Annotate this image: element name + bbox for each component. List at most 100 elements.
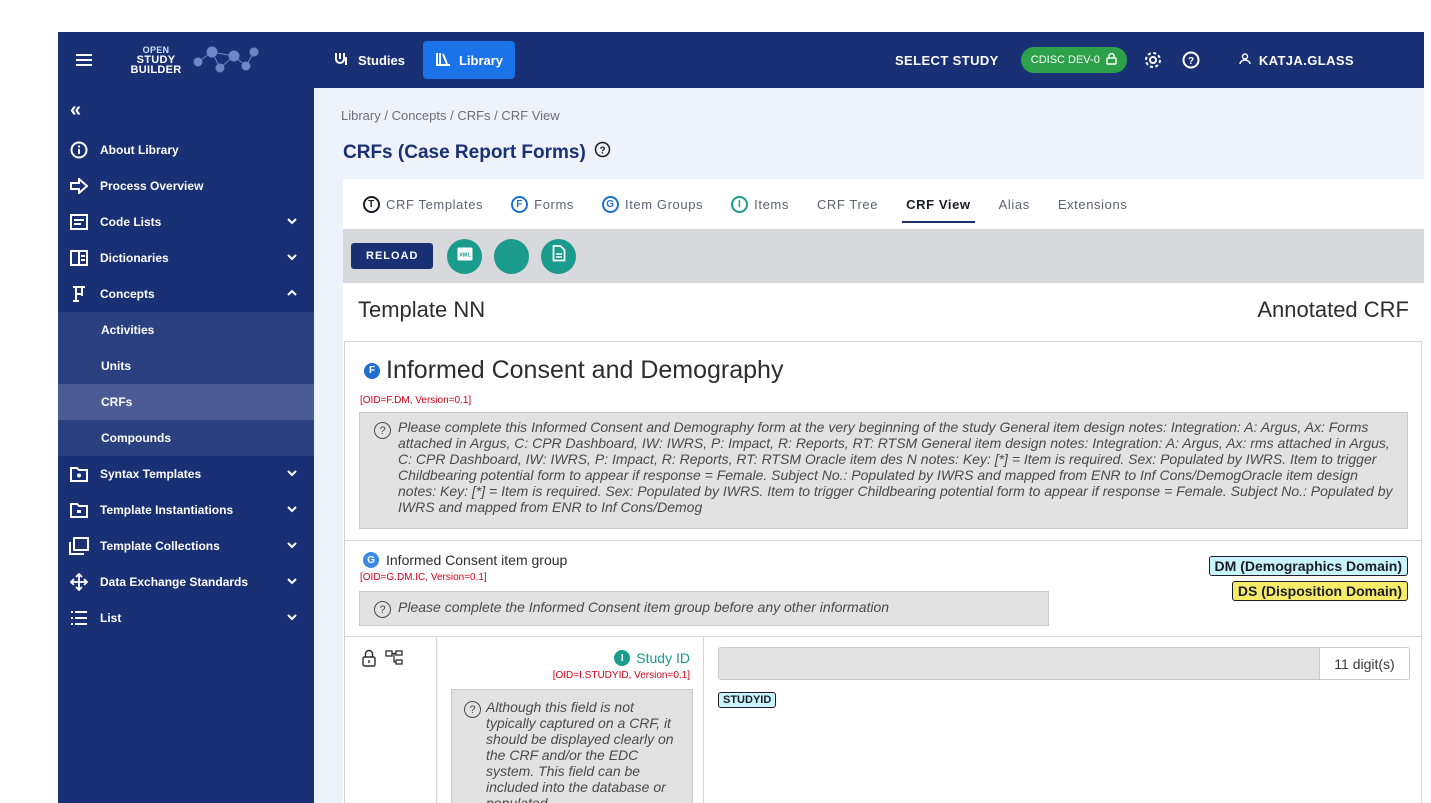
tab-forms[interactable]: F Forms — [497, 179, 588, 229]
tab-crf-tree[interactable]: CRF Tree — [803, 179, 892, 229]
study-pill-label: CDISC DEV-0 — [1030, 54, 1100, 66]
top-app-bar: OPEN STUDY BUILDER Studies Library SELEC… — [58, 32, 1424, 88]
item-title: I Study ID — [614, 650, 690, 666]
tab-alias[interactable]: Alias — [985, 179, 1044, 229]
list-icon — [68, 608, 90, 628]
move-arrows-icon — [68, 572, 90, 592]
user-menu[interactable]: KATJA.GLASS — [1239, 53, 1354, 68]
chevron-down-icon — [286, 611, 298, 626]
tab-items[interactable]: I Items — [717, 179, 803, 229]
sidebar-subitem-compounds[interactable]: Compounds — [58, 420, 314, 456]
sidebar-item-data-exchange-standards[interactable]: Data Exchange Standards — [58, 564, 314, 600]
breadcrumb: Library / Concepts / CRFs / CRF View — [341, 108, 560, 123]
tab-extensions[interactable]: Extensions — [1044, 179, 1142, 229]
collapse-sidebar-button[interactable]: « — [58, 88, 314, 132]
sidebar-item-about-library[interactable]: About Library — [58, 132, 314, 168]
study-id-input[interactable] — [718, 647, 1320, 680]
item-badge-icon: I — [614, 650, 631, 666]
crf-toolbar: RELOAD XML — [343, 229, 1424, 283]
sidebar-item-label: Template Collections — [100, 539, 220, 553]
arrow-right-icon — [68, 176, 90, 196]
item-group-notes-text: Please complete the Informed Consent ite… — [398, 599, 890, 615]
help-icon[interactable]: ? — [1179, 48, 1203, 72]
sidebar-subitem-units[interactable]: Units — [58, 348, 314, 384]
item-group-notes: ? Please complete the Informed Consent i… — [359, 591, 1049, 626]
reload-button[interactable]: RELOAD — [351, 243, 434, 269]
info-icon — [68, 140, 90, 160]
sidebar-item-process-overview[interactable]: Process Overview — [58, 168, 314, 204]
select-study-button[interactable]: SELECT STUDY — [895, 53, 999, 68]
lock-icon[interactable] — [361, 649, 377, 672]
sidebar-item-dictionaries[interactable]: Dictionaries — [58, 240, 314, 276]
studies-icon — [334, 51, 350, 70]
item-oid: [OID=I.STUDYID, Version=0.1] — [552, 670, 690, 681]
sidebar-item-label: Syntax Templates — [100, 467, 202, 481]
form-title: F Informed Consent and Demography — [364, 356, 783, 385]
help-icon[interactable]: ? — [594, 141, 611, 164]
item-group-title-text: Informed Consent item group — [386, 552, 568, 568]
sidebar-item-list[interactable]: List — [58, 600, 314, 636]
domain-badge-dm: DM (Demographics Domain) — [1208, 556, 1408, 576]
item-badge-icon: I — [731, 195, 749, 213]
sidebar-subitem-activities[interactable]: Activities — [58, 312, 314, 348]
domain-badge-ds: DS (Disposition Domain) — [1231, 581, 1408, 601]
question-icon: ? — [374, 601, 391, 618]
chevron-down-icon — [286, 467, 298, 482]
book-icon — [68, 248, 90, 268]
topbar-right-group: SELECT STUDY CDISC DEV-0 ? KATJA.GLASS — [895, 32, 1424, 88]
folder-star-icon — [68, 464, 90, 484]
tab-label: Extensions — [1057, 196, 1128, 212]
chevron-down-icon — [286, 575, 298, 590]
page-title-text: CRFs (Case Report Forms) — [343, 141, 586, 163]
sidebar-item-label: Code Lists — [100, 215, 162, 229]
sidebar-item-template-instantiations[interactable]: Template Instantiations — [58, 492, 314, 528]
nav-library-tab[interactable]: Library — [422, 41, 516, 79]
tab-item-groups[interactable]: G Item Groups — [588, 179, 717, 229]
sidebar-item-syntax-templates[interactable]: Syntax Templates — [58, 456, 314, 492]
question-icon: ? — [374, 422, 391, 439]
template-badge-icon: T — [363, 195, 380, 213]
annotated-crf-label: Annotated CRF — [1257, 297, 1409, 322]
form-badge-icon: F — [364, 362, 380, 379]
sidebar-subitem-crfs[interactable]: CRFs — [58, 384, 314, 420]
item-row: I Study ID [OID=I.STUDYID, Version=0.1] … — [344, 637, 1422, 803]
tab-label: CRF View — [906, 196, 971, 212]
sidebar-item-label: Data Exchange Standards — [100, 575, 249, 589]
sidebar-item-code-lists[interactable]: Code Lists — [58, 204, 314, 240]
form-title-text: Informed Consent and Demography — [386, 356, 784, 384]
main-content: Library / Concepts / CRFs / CRF View CRF… — [314, 88, 1424, 803]
template-name: Template NN — [358, 297, 486, 322]
tab-label: CRF Templates — [386, 196, 484, 212]
crf-tabs: T CRF Templates F Forms G Item Groups I … — [343, 179, 1424, 229]
sidebar-item-concepts[interactable]: Concepts — [58, 276, 314, 312]
item-row-icons — [361, 649, 403, 672]
sidebar-item-label: About Library — [100, 143, 179, 157]
hierarchy-icon[interactable] — [385, 649, 403, 672]
export-xml-button[interactable]: XML — [447, 238, 483, 274]
export-document-button[interactable] — [541, 238, 577, 274]
chevron-down-icon — [286, 215, 298, 230]
item-notes-text: Although this field is not typically cap… — [486, 699, 674, 803]
sidebar-item-label: Process Overview — [100, 179, 204, 193]
tab-crf-templates[interactable]: T CRF Templates — [349, 179, 497, 229]
chevron-up-icon — [286, 287, 298, 302]
sidebar-item-label: Template Instantiations — [100, 503, 234, 517]
logo-network-graphic — [193, 46, 259, 73]
action-button[interactable] — [494, 238, 530, 274]
study-status-pill[interactable]: CDISC DEV-0 — [1020, 47, 1127, 73]
user-name: KATJA.GLASS — [1258, 52, 1354, 68]
sidebar-item-label: Concepts — [100, 287, 155, 301]
group-badge-icon: G — [363, 552, 379, 568]
settings-gear-icon[interactable] — [1141, 48, 1165, 72]
study-id-unit: 11 digit(s) — [1320, 647, 1410, 680]
crf-view-panel: Template NN Annotated CRF F Informed Con… — [343, 283, 1424, 803]
sidebar-nav: « About Library Process Overview Code Li… — [58, 88, 314, 803]
library-icon — [435, 51, 451, 70]
sidebar-item-template-collections[interactable]: Template Collections — [58, 528, 314, 564]
tab-crf-view[interactable]: CRF View — [892, 179, 985, 229]
menu-icon[interactable] — [58, 32, 110, 88]
document-icon — [552, 245, 566, 267]
user-icon — [1239, 52, 1251, 68]
app-logo[interactable]: OPEN STUDY BUILDER — [110, 32, 310, 88]
nav-studies-tab[interactable]: Studies — [322, 41, 417, 79]
